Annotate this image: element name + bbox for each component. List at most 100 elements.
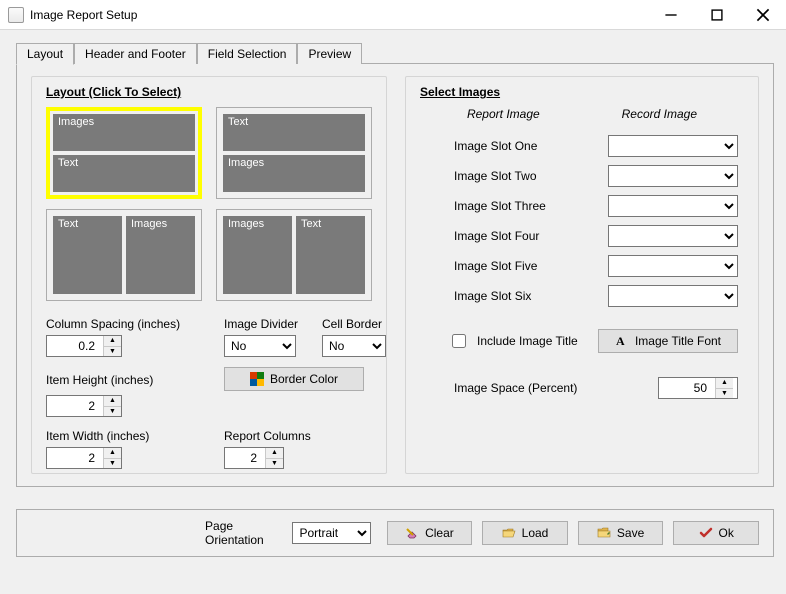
tab-bar: Layout Header and Footer Field Selection… [16,42,774,64]
item-height-spinner[interactable]: ▲▼ [46,395,122,417]
image-title-font-button[interactable]: A Image Title Font [598,329,738,353]
image-title-font-label: Image Title Font [635,334,721,348]
include-image-title-checkbox[interactable] [452,334,466,348]
spin-up[interactable]: ▲ [104,336,121,347]
tab-layout-label: Layout [27,47,63,61]
ok-button[interactable]: Ok [673,521,759,545]
thumb-block-text: Text [223,114,365,151]
clear-button[interactable]: Clear [387,521,473,545]
slot-five-label: Image Slot Five [454,259,537,273]
titlebar: Image Report Setup [0,0,786,30]
spin-down[interactable]: ▼ [104,459,121,469]
column-spacing-input[interactable] [47,336,103,356]
image-space-spinner[interactable]: ▲▼ [658,377,738,399]
slot-row-2: Image Slot Two [420,161,744,191]
border-color-button-label: Border Color [270,372,338,386]
column-spacing-spinner[interactable]: ▲▼ [46,335,122,357]
tab-field-selection-label: Field Selection [208,47,287,61]
close-icon [756,8,770,22]
tab-preview-label: Preview [308,47,351,61]
minimize-icon [664,8,678,22]
thumb-block-images: Images [53,114,195,151]
slot-six-select[interactable] [608,285,738,307]
spin-up[interactable]: ▲ [716,378,733,389]
report-columns-spinner[interactable]: ▲▼ [224,447,284,469]
client-area: Layout Header and Footer Field Selection… [0,30,786,594]
spinner-buttons[interactable]: ▲▼ [265,448,283,468]
font-icon: A [615,334,629,348]
spinner-buttons[interactable]: ▲▼ [103,336,121,356]
image-divider-label: Image Divider [224,317,314,331]
report-columns-label: Report Columns [224,429,392,443]
folder-open-icon [502,526,516,540]
maximize-icon [710,8,724,22]
load-button[interactable]: Load [482,521,568,545]
slot-six-label: Image Slot Six [454,289,531,303]
report-columns-input[interactable] [225,448,265,468]
save-button[interactable]: Save [578,521,664,545]
layout-option-images-over-text[interactable]: Images Text [46,107,202,199]
item-width-input[interactable] [47,448,103,468]
spinner-buttons[interactable]: ▲▼ [103,396,121,416]
app-icon [8,7,24,23]
image-space-label: Image Space (Percent) [454,381,577,395]
save-button-label: Save [617,526,644,540]
tab-layout[interactable]: Layout [16,43,74,65]
spin-down[interactable]: ▼ [716,389,733,399]
image-space-input[interactable] [659,378,715,398]
record-image-header: Record Image [622,107,697,121]
thumb-block-text: Text [53,216,122,294]
slot-one-label: Image Slot One [454,139,537,153]
include-title-row: Include Image Title A Image Title Font [420,311,744,353]
clear-button-label: Clear [425,526,454,540]
cell-border-label: Cell Border [322,317,392,331]
load-button-label: Load [522,526,549,540]
image-headers: Report Image Record Image [426,107,738,121]
layout-option-text-over-images[interactable]: Text Images [216,107,372,199]
spin-down[interactable]: ▼ [266,459,283,469]
tab-preview[interactable]: Preview [297,43,362,64]
item-height-label: Item Height (inches) [46,373,216,387]
tab-header-footer-label: Header and Footer [85,47,186,61]
spinner-buttons[interactable]: ▲▼ [715,378,733,398]
minimize-button[interactable] [648,0,694,30]
slot-row-4: Image Slot Four [420,221,744,251]
check-icon [699,526,713,540]
image-space-row: Image Space (Percent) ▲▼ [420,353,744,399]
slot-one-select[interactable] [608,135,738,157]
layout-option-images-left-text-right[interactable]: Images Text [216,209,372,301]
slot-row-6: Image Slot Six [420,281,744,311]
spinner-buttons[interactable]: ▲▼ [103,448,121,468]
thumb-block-images: Images [223,155,365,192]
spin-down[interactable]: ▼ [104,407,121,417]
color-swatch-icon [250,372,264,386]
layout-option-text-left-images-right[interactable]: Text Images [46,209,202,301]
item-width-spinner[interactable]: ▲▼ [46,447,122,469]
cell-border-select[interactable]: No [322,335,386,357]
column-spacing-label: Column Spacing (inches) [46,317,216,331]
close-button[interactable] [740,0,786,30]
slot-three-label: Image Slot Three [454,199,546,213]
slot-four-select[interactable] [608,225,738,247]
page-orientation-select[interactable]: Portrait [292,522,370,544]
border-color-button[interactable]: Border Color [224,367,364,391]
bottom-bar: Page Orientation Portrait Clear Load [16,509,774,557]
spin-up[interactable]: ▲ [104,448,121,459]
tab-field-selection[interactable]: Field Selection [197,43,298,64]
slot-three-select[interactable] [608,195,738,217]
slot-five-select[interactable] [608,255,738,277]
save-icon [597,526,611,540]
image-divider-select[interactable]: No [224,335,296,357]
layout-group-title: Layout (Click To Select) [46,85,372,99]
maximize-button[interactable] [694,0,740,30]
item-height-input[interactable] [47,396,103,416]
spin-down[interactable]: ▼ [104,347,121,357]
tab-header-footer[interactable]: Header and Footer [74,43,197,64]
item-width-label: Item Width (inches) [46,429,216,443]
spin-up[interactable]: ▲ [266,448,283,459]
eraser-icon [405,526,419,540]
include-image-title-label: Include Image Title [477,334,578,348]
slot-two-select[interactable] [608,165,738,187]
spin-up[interactable]: ▲ [104,396,121,407]
thumb-block-text: Text [53,155,195,192]
